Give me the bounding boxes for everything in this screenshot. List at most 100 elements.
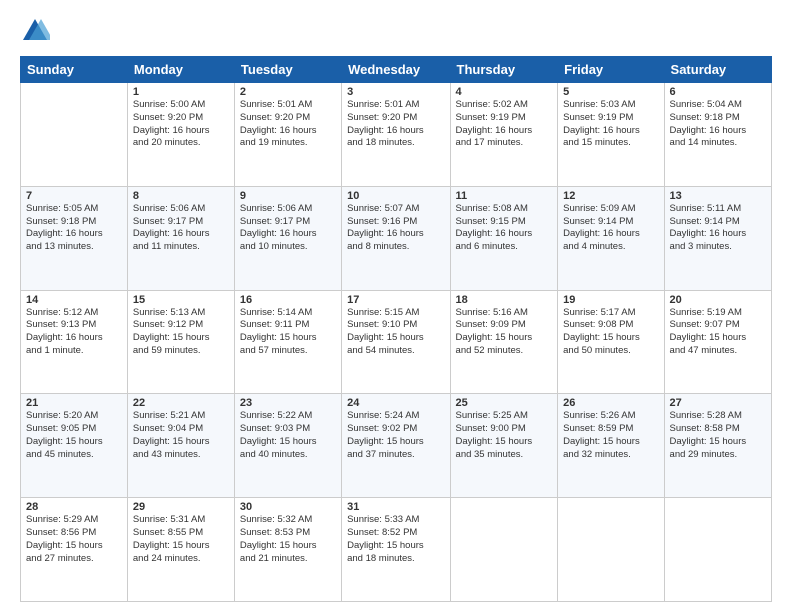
calendar-cell: 12Sunrise: 5:09 AM Sunset: 9:14 PM Dayli…: [558, 186, 664, 290]
calendar-header-sunday: Sunday: [21, 57, 128, 83]
header: [20, 16, 772, 46]
day-number: 5: [563, 86, 658, 98]
calendar-cell: 11Sunrise: 5:08 AM Sunset: 9:15 PM Dayli…: [450, 186, 558, 290]
calendar-cell: 16Sunrise: 5:14 AM Sunset: 9:11 PM Dayli…: [234, 290, 341, 394]
day-number: 4: [456, 86, 553, 98]
calendar-week-0: 1Sunrise: 5:00 AM Sunset: 9:20 PM Daylig…: [21, 83, 772, 187]
calendar-cell: 28Sunrise: 5:29 AM Sunset: 8:56 PM Dayli…: [21, 498, 128, 602]
calendar-cell: 1Sunrise: 5:00 AM Sunset: 9:20 PM Daylig…: [127, 83, 234, 187]
calendar-cell: 3Sunrise: 5:01 AM Sunset: 9:20 PM Daylig…: [342, 83, 450, 187]
day-number: 29: [133, 501, 229, 513]
calendar-cell: 17Sunrise: 5:15 AM Sunset: 9:10 PM Dayli…: [342, 290, 450, 394]
day-number: 30: [240, 501, 336, 513]
day-info: Sunrise: 5:21 AM Sunset: 9:04 PM Dayligh…: [133, 410, 229, 461]
calendar-header-friday: Friday: [558, 57, 664, 83]
day-number: 25: [456, 397, 553, 409]
day-number: 27: [670, 397, 766, 409]
calendar-cell: 2Sunrise: 5:01 AM Sunset: 9:20 PM Daylig…: [234, 83, 341, 187]
day-number: 19: [563, 294, 658, 306]
day-number: 7: [26, 190, 122, 202]
logo-icon: [20, 16, 50, 46]
calendar-cell: 13Sunrise: 5:11 AM Sunset: 9:14 PM Dayli…: [664, 186, 771, 290]
calendar-cell: 5Sunrise: 5:03 AM Sunset: 9:19 PM Daylig…: [558, 83, 664, 187]
calendar-cell: [450, 498, 558, 602]
calendar-cell: 22Sunrise: 5:21 AM Sunset: 9:04 PM Dayli…: [127, 394, 234, 498]
calendar: SundayMondayTuesdayWednesdayThursdayFrid…: [20, 56, 772, 602]
day-info: Sunrise: 5:26 AM Sunset: 8:59 PM Dayligh…: [563, 410, 658, 461]
calendar-cell: 24Sunrise: 5:24 AM Sunset: 9:02 PM Dayli…: [342, 394, 450, 498]
day-info: Sunrise: 5:06 AM Sunset: 9:17 PM Dayligh…: [133, 203, 229, 254]
calendar-cell: 31Sunrise: 5:33 AM Sunset: 8:52 PM Dayli…: [342, 498, 450, 602]
day-number: 12: [563, 190, 658, 202]
day-number: 22: [133, 397, 229, 409]
day-info: Sunrise: 5:25 AM Sunset: 9:00 PM Dayligh…: [456, 410, 553, 461]
calendar-cell: 15Sunrise: 5:13 AM Sunset: 9:12 PM Dayli…: [127, 290, 234, 394]
day-number: 8: [133, 190, 229, 202]
day-number: 21: [26, 397, 122, 409]
day-info: Sunrise: 5:17 AM Sunset: 9:08 PM Dayligh…: [563, 307, 658, 358]
day-number: 16: [240, 294, 336, 306]
day-info: Sunrise: 5:01 AM Sunset: 9:20 PM Dayligh…: [347, 99, 444, 150]
calendar-cell: 23Sunrise: 5:22 AM Sunset: 9:03 PM Dayli…: [234, 394, 341, 498]
day-info: Sunrise: 5:07 AM Sunset: 9:16 PM Dayligh…: [347, 203, 444, 254]
calendar-cell: [558, 498, 664, 602]
calendar-header-thursday: Thursday: [450, 57, 558, 83]
calendar-cell: 4Sunrise: 5:02 AM Sunset: 9:19 PM Daylig…: [450, 83, 558, 187]
day-number: 14: [26, 294, 122, 306]
day-info: Sunrise: 5:29 AM Sunset: 8:56 PM Dayligh…: [26, 514, 122, 565]
calendar-header-row: SundayMondayTuesdayWednesdayThursdayFrid…: [21, 57, 772, 83]
calendar-cell: 6Sunrise: 5:04 AM Sunset: 9:18 PM Daylig…: [664, 83, 771, 187]
calendar-cell: 27Sunrise: 5:28 AM Sunset: 8:58 PM Dayli…: [664, 394, 771, 498]
day-info: Sunrise: 5:02 AM Sunset: 9:19 PM Dayligh…: [456, 99, 553, 150]
day-info: Sunrise: 5:00 AM Sunset: 9:20 PM Dayligh…: [133, 99, 229, 150]
day-number: 13: [670, 190, 766, 202]
day-info: Sunrise: 5:22 AM Sunset: 9:03 PM Dayligh…: [240, 410, 336, 461]
day-info: Sunrise: 5:09 AM Sunset: 9:14 PM Dayligh…: [563, 203, 658, 254]
calendar-cell: 10Sunrise: 5:07 AM Sunset: 9:16 PM Dayli…: [342, 186, 450, 290]
day-number: 18: [456, 294, 553, 306]
calendar-cell: 18Sunrise: 5:16 AM Sunset: 9:09 PM Dayli…: [450, 290, 558, 394]
day-info: Sunrise: 5:12 AM Sunset: 9:13 PM Dayligh…: [26, 307, 122, 358]
day-number: 15: [133, 294, 229, 306]
day-info: Sunrise: 5:04 AM Sunset: 9:18 PM Dayligh…: [670, 99, 766, 150]
day-info: Sunrise: 5:14 AM Sunset: 9:11 PM Dayligh…: [240, 307, 336, 358]
calendar-week-2: 14Sunrise: 5:12 AM Sunset: 9:13 PM Dayli…: [21, 290, 772, 394]
calendar-cell: 30Sunrise: 5:32 AM Sunset: 8:53 PM Dayli…: [234, 498, 341, 602]
calendar-cell: 14Sunrise: 5:12 AM Sunset: 9:13 PM Dayli…: [21, 290, 128, 394]
day-number: 2: [240, 86, 336, 98]
calendar-cell: 8Sunrise: 5:06 AM Sunset: 9:17 PM Daylig…: [127, 186, 234, 290]
calendar-header-monday: Monday: [127, 57, 234, 83]
calendar-cell: 21Sunrise: 5:20 AM Sunset: 9:05 PM Dayli…: [21, 394, 128, 498]
day-number: 17: [347, 294, 444, 306]
day-info: Sunrise: 5:05 AM Sunset: 9:18 PM Dayligh…: [26, 203, 122, 254]
day-number: 31: [347, 501, 444, 513]
day-info: Sunrise: 5:31 AM Sunset: 8:55 PM Dayligh…: [133, 514, 229, 565]
calendar-cell: 19Sunrise: 5:17 AM Sunset: 9:08 PM Dayli…: [558, 290, 664, 394]
calendar-header-saturday: Saturday: [664, 57, 771, 83]
day-number: 23: [240, 397, 336, 409]
day-info: Sunrise: 5:11 AM Sunset: 9:14 PM Dayligh…: [670, 203, 766, 254]
day-number: 3: [347, 86, 444, 98]
day-number: 20: [670, 294, 766, 306]
day-info: Sunrise: 5:06 AM Sunset: 9:17 PM Dayligh…: [240, 203, 336, 254]
day-info: Sunrise: 5:13 AM Sunset: 9:12 PM Dayligh…: [133, 307, 229, 358]
calendar-cell: 29Sunrise: 5:31 AM Sunset: 8:55 PM Dayli…: [127, 498, 234, 602]
day-info: Sunrise: 5:08 AM Sunset: 9:15 PM Dayligh…: [456, 203, 553, 254]
day-number: 28: [26, 501, 122, 513]
day-info: Sunrise: 5:24 AM Sunset: 9:02 PM Dayligh…: [347, 410, 444, 461]
calendar-cell: 26Sunrise: 5:26 AM Sunset: 8:59 PM Dayli…: [558, 394, 664, 498]
calendar-cell: [664, 498, 771, 602]
day-number: 24: [347, 397, 444, 409]
calendar-header-tuesday: Tuesday: [234, 57, 341, 83]
page: SundayMondayTuesdayWednesdayThursdayFrid…: [0, 0, 792, 612]
day-info: Sunrise: 5:19 AM Sunset: 9:07 PM Dayligh…: [670, 307, 766, 358]
day-info: Sunrise: 5:28 AM Sunset: 8:58 PM Dayligh…: [670, 410, 766, 461]
calendar-header-wednesday: Wednesday: [342, 57, 450, 83]
day-info: Sunrise: 5:15 AM Sunset: 9:10 PM Dayligh…: [347, 307, 444, 358]
day-number: 1: [133, 86, 229, 98]
logo: [20, 16, 54, 46]
day-number: 10: [347, 190, 444, 202]
day-info: Sunrise: 5:33 AM Sunset: 8:52 PM Dayligh…: [347, 514, 444, 565]
day-number: 26: [563, 397, 658, 409]
day-number: 9: [240, 190, 336, 202]
